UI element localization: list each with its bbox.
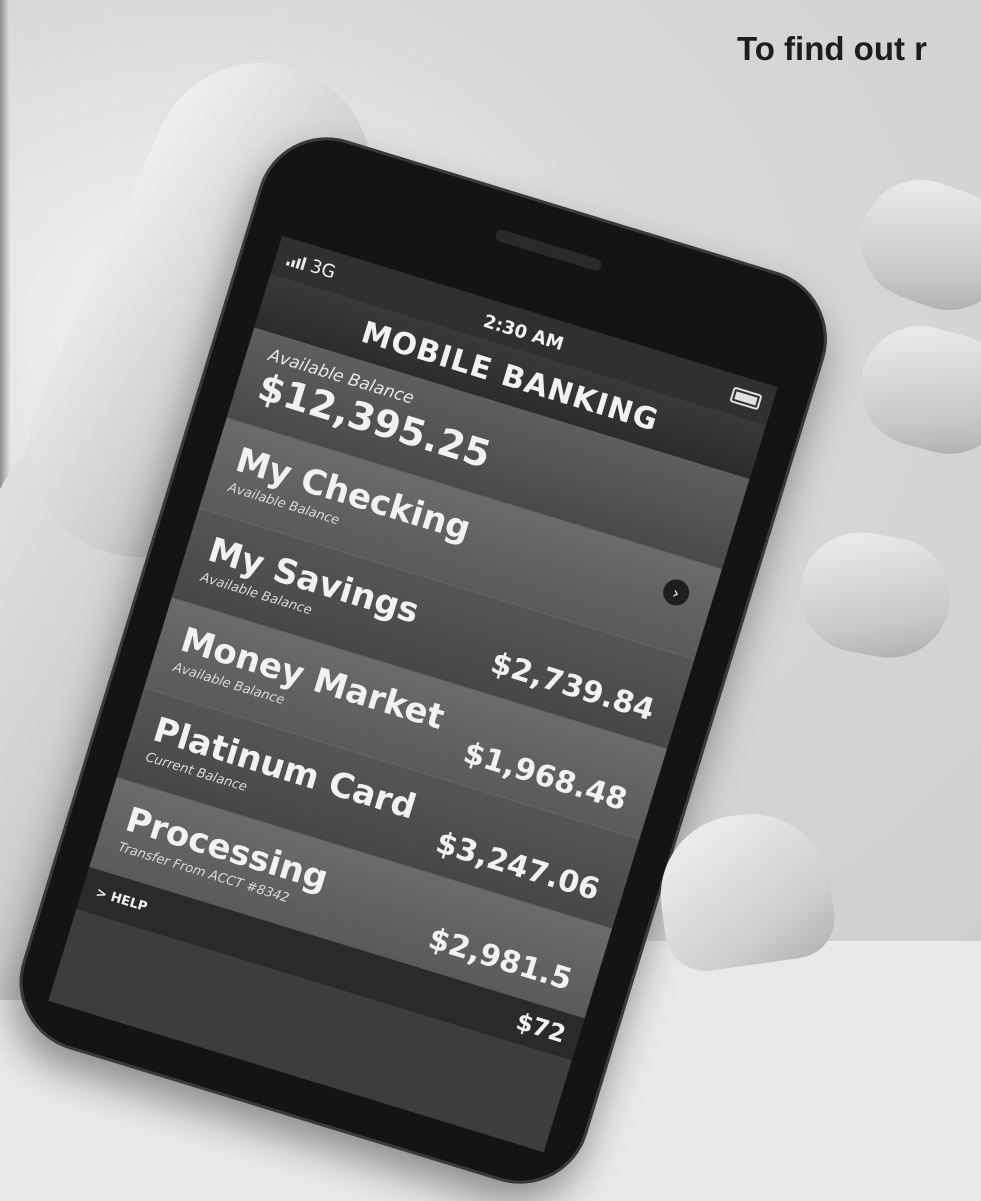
earpiece-speaker <box>494 228 604 273</box>
help-link[interactable]: > HELP <box>94 885 149 915</box>
partial-amount: $72 <box>512 1007 569 1049</box>
headline-text: To find out r <box>737 30 927 67</box>
